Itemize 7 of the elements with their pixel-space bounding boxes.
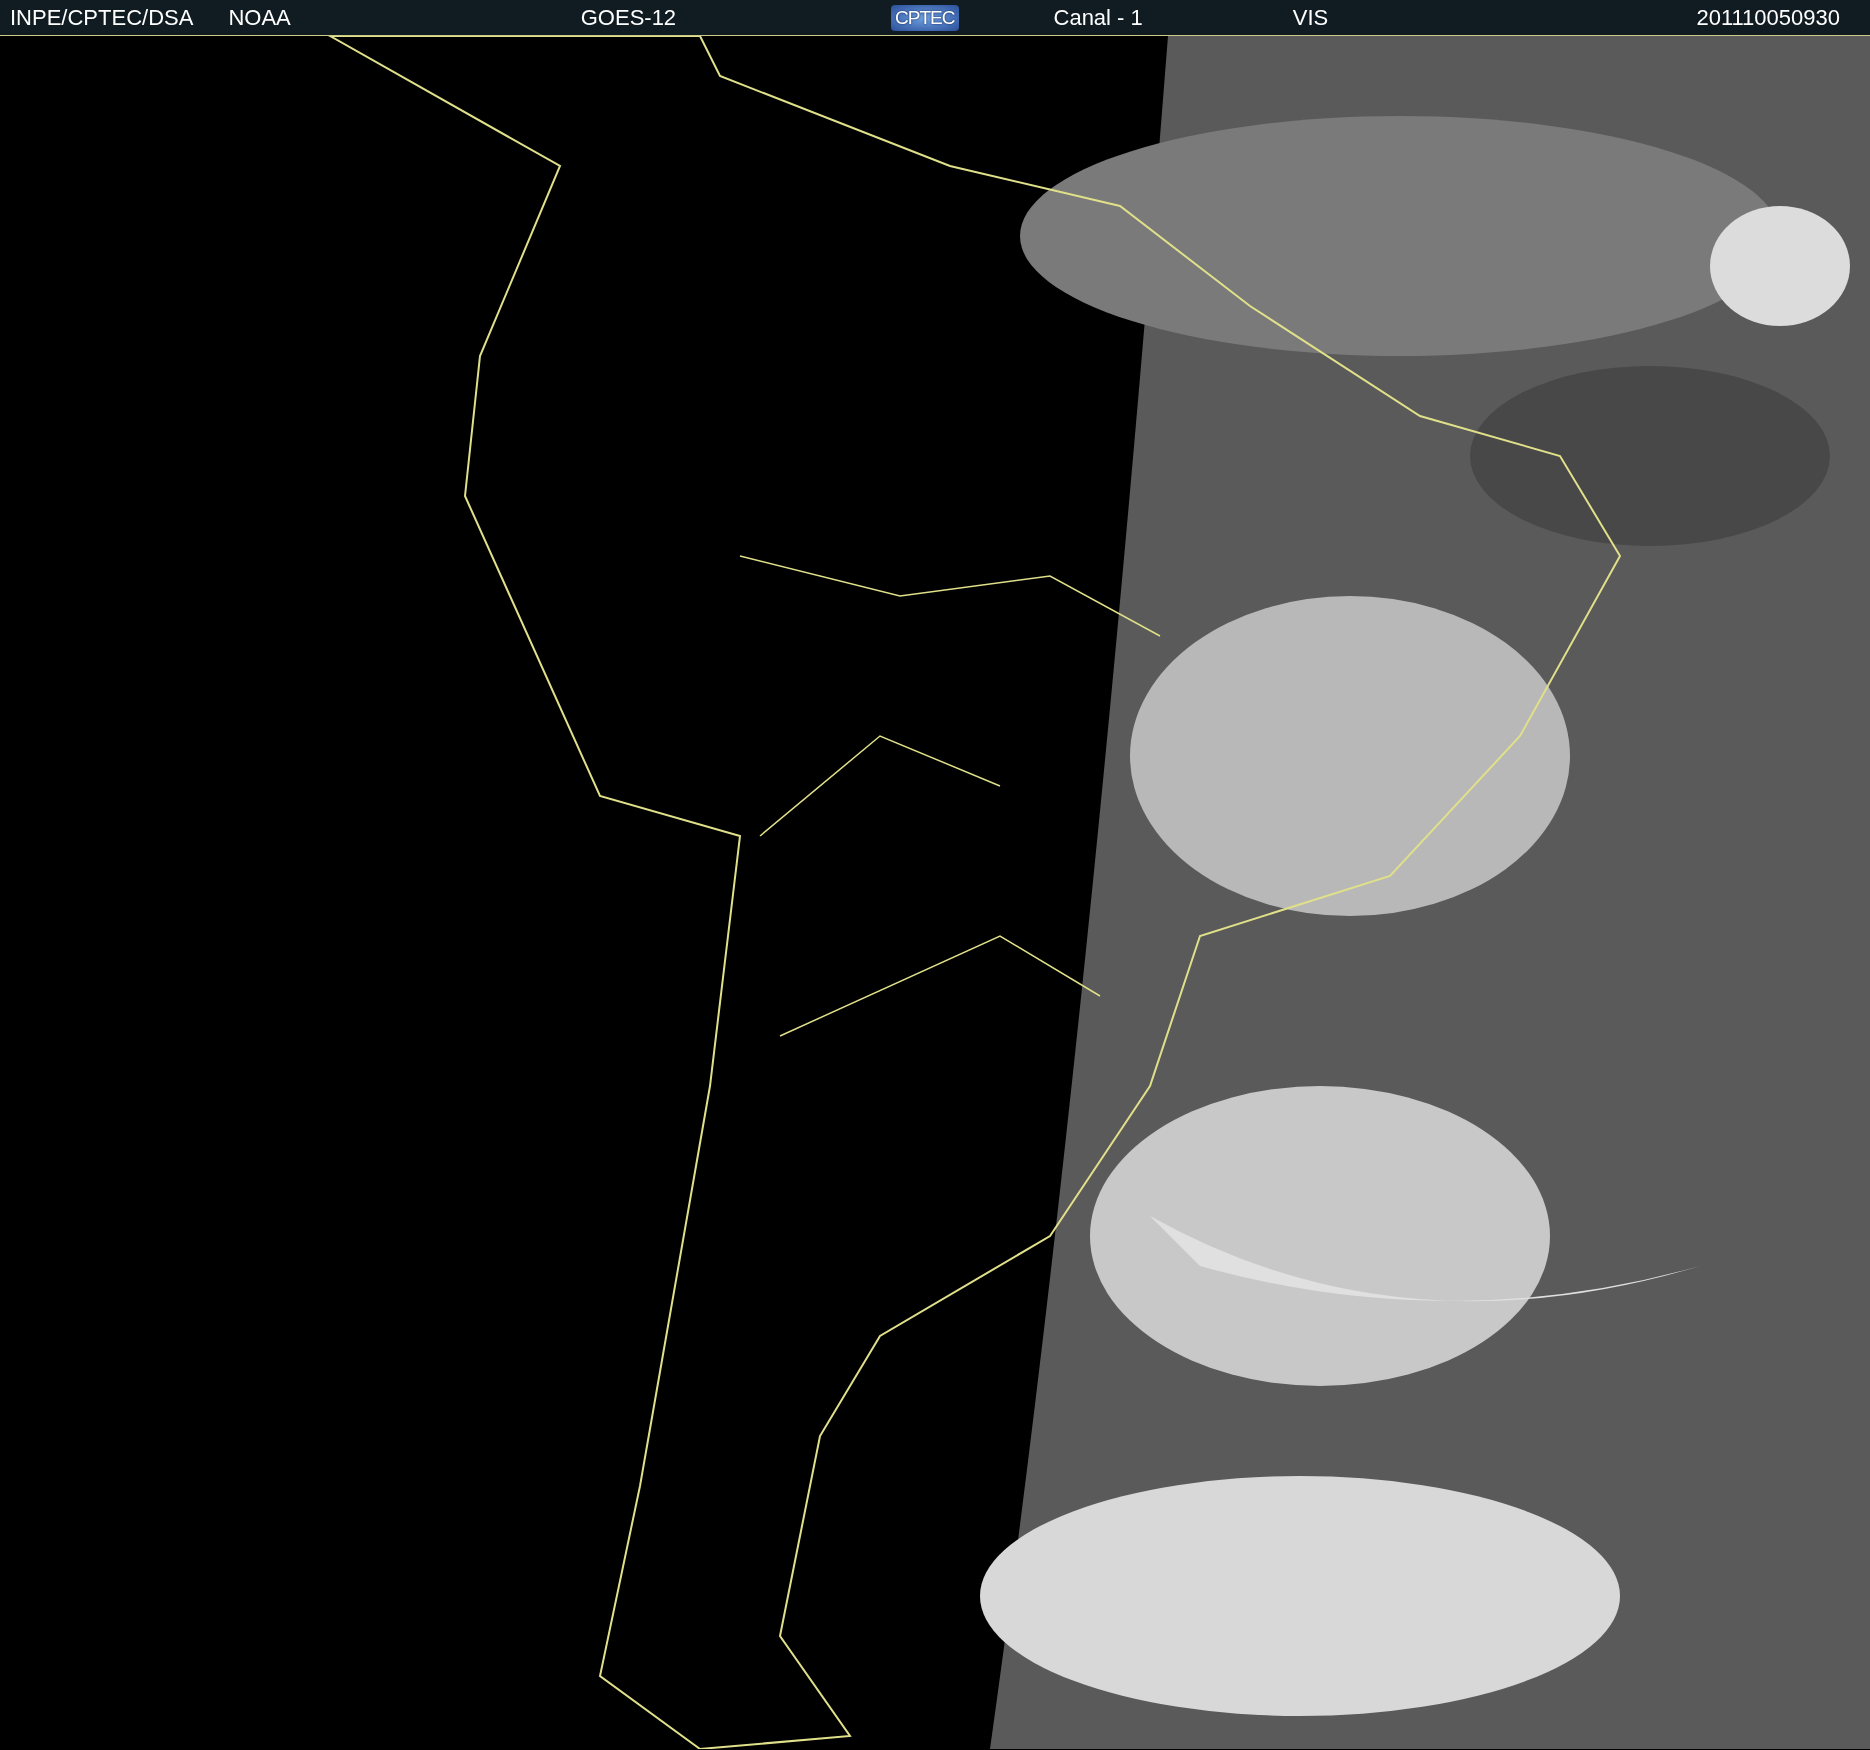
- source-label: INPE/CPTEC/DSA: [10, 4, 194, 31]
- logo: CPTEC: [891, 4, 959, 31]
- timestamp-label: 201110050930: [1696, 4, 1840, 31]
- band-label: VIS: [1292, 4, 1329, 31]
- satellite-label: GOES-12: [580, 4, 677, 31]
- channel-label: Canal - 1: [1053, 4, 1143, 31]
- agency-label: NOAA: [228, 4, 291, 31]
